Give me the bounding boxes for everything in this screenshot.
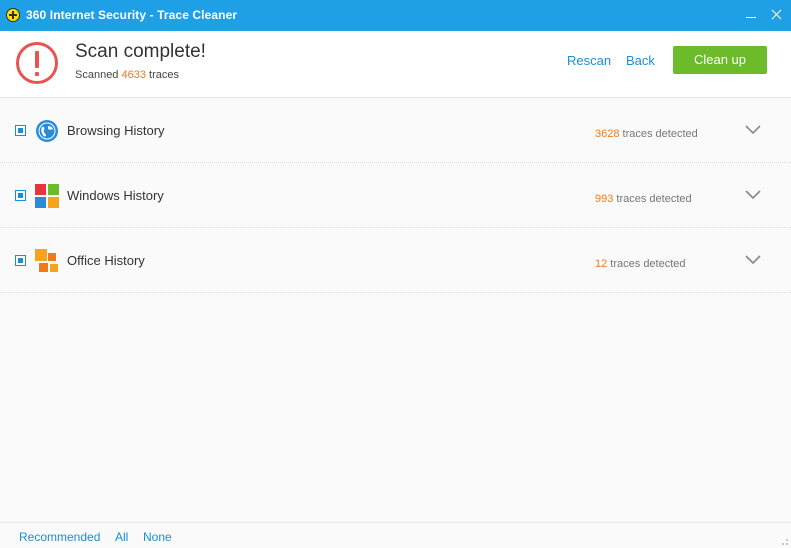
title-bar: 360 Internet Security - Trace Cleaner bbox=[0, 0, 791, 31]
office-history-checkbox[interactable] bbox=[15, 255, 26, 266]
category-label: Windows History bbox=[67, 188, 164, 203]
window-title: 360 Internet Security - Trace Cleaner bbox=[26, 8, 238, 22]
category-label: Office History bbox=[67, 253, 145, 268]
scan-status-title: Scan complete! bbox=[75, 41, 206, 62]
office-icon bbox=[35, 249, 58, 272]
scanned-prefix: Scanned bbox=[75, 69, 122, 81]
traces-detected-count: 993 traces detected bbox=[595, 193, 692, 205]
app-logo-icon bbox=[6, 8, 20, 22]
scanned-count: 4633 bbox=[121, 69, 146, 81]
select-all-link[interactable]: All bbox=[115, 530, 128, 544]
traces-detected-count: 12 traces detected bbox=[595, 258, 686, 270]
category-row-office-history[interactable]: Office History 12 traces detected bbox=[0, 228, 791, 293]
select-recommended-link[interactable]: Recommended bbox=[19, 530, 100, 544]
scan-summary-header: Scan complete! Scanned 4633 traces Resca… bbox=[0, 31, 791, 98]
chevron-down-icon[interactable] bbox=[744, 186, 762, 204]
back-link[interactable]: Back bbox=[626, 53, 655, 68]
count-suffix: traces detected bbox=[607, 258, 686, 270]
close-button[interactable] bbox=[766, 4, 788, 26]
traces-detected-count: 3628 traces detected bbox=[595, 128, 698, 140]
resize-grip-icon[interactable] bbox=[779, 536, 789, 546]
category-label: Browsing History bbox=[67, 123, 165, 138]
selection-footer: Recommended All None bbox=[0, 522, 791, 548]
category-row-windows-history[interactable]: Windows History 993 traces detected bbox=[0, 163, 791, 228]
warning-icon bbox=[16, 42, 58, 84]
scanned-traces-summary: Scanned 4633 traces bbox=[75, 69, 179, 81]
count-value: 3628 bbox=[595, 128, 620, 140]
count-suffix: traces detected bbox=[613, 193, 692, 205]
browsing-history-checkbox[interactable] bbox=[15, 125, 26, 136]
windows-icon bbox=[35, 184, 59, 208]
count-suffix: traces detected bbox=[619, 128, 698, 140]
chevron-down-icon[interactable] bbox=[744, 251, 762, 269]
clean-up-button[interactable]: Clean up bbox=[673, 46, 767, 74]
category-row-browsing-history[interactable]: Browsing History 3628 traces detected bbox=[0, 98, 791, 163]
rescan-link[interactable]: Rescan bbox=[567, 53, 611, 68]
minimize-button[interactable] bbox=[740, 4, 762, 26]
count-value: 12 bbox=[595, 258, 608, 270]
globe-icon bbox=[36, 120, 58, 142]
scanned-suffix: traces bbox=[145, 69, 179, 81]
windows-history-checkbox[interactable] bbox=[15, 190, 26, 201]
select-none-link[interactable]: None bbox=[143, 530, 172, 544]
count-value: 993 bbox=[595, 193, 614, 205]
chevron-down-icon[interactable] bbox=[744, 121, 762, 139]
